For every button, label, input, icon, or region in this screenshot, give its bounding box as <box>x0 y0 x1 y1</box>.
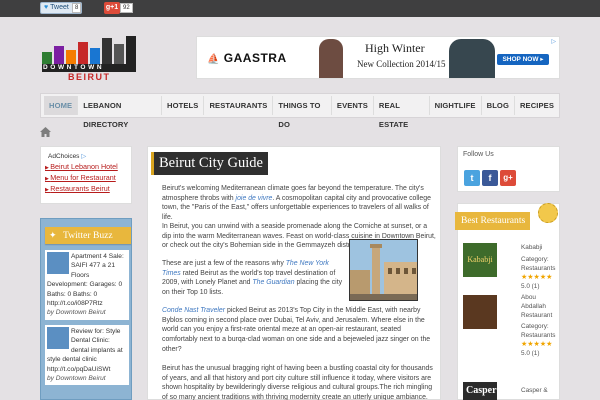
twitter-buzz-panel: ✦ Twitter Buzz Apartment 4 Sale: SAIFI 4… <box>40 218 132 400</box>
restaurant-name[interactable]: Casper & <box>521 386 559 395</box>
nav-lebanon-directory[interactable]: LEBANON DIRECTORY <box>78 96 163 129</box>
tweet-avatar <box>47 252 69 274</box>
bird-icon: ♥ <box>44 4 49 11</box>
restaurant-info: Kababji Category: Restaurants ★★★★★ 5.0 … <box>521 243 559 291</box>
ad-link-restaurants-beirut[interactable]: Restaurants Beirut <box>45 184 131 195</box>
facebook-icon[interactable]: f <box>482 170 498 186</box>
restaurant-category[interactable]: Restaurants <box>521 264 559 273</box>
best-restaurants-title: Best Restaurants <box>455 212 531 230</box>
tweet-author[interactable]: by Downtown Beirut <box>47 308 127 317</box>
logo-text-top: DOWNTOWN <box>43 64 105 71</box>
restaurant-category[interactable]: Restaurants <box>521 331 559 340</box>
twitter-icon[interactable]: t <box>464 170 480 186</box>
adchoices-box: AdChoices ▷ Beirut Lebanon Hotel Menu fo… <box>40 146 132 204</box>
joie-de-vivre-link[interactable]: joie de vivre <box>236 195 273 202</box>
ad-subline: New Collection 2014/15 <box>357 59 446 69</box>
nav-events[interactable]: EVENTS <box>332 96 374 115</box>
conde-nast-paragraph: Conde Nast Traveler picked Beirut as 201… <box>162 307 431 353</box>
nav-hotels[interactable]: HOTELS <box>162 96 205 115</box>
ad-link-beirut-hotel[interactable]: Beirut Lebanon Hotel <box>45 162 131 173</box>
tweet-count: 8 <box>72 3 82 13</box>
main-nav: HOME LEBANON DIRECTORY HOTELS RESTAURANT… <box>40 93 560 129</box>
rating-stars-icon: ★★★★★ <box>521 341 553 348</box>
restaurant-image[interactable] <box>463 295 497 329</box>
shop-now-button[interactable]: SHOP NOW ▸ <box>497 54 549 65</box>
gaastra-logo-icon: ⛵ <box>207 54 220 65</box>
adchoices-icon: ▷ <box>81 153 87 160</box>
ad-model-image-2 <box>449 39 495 78</box>
adchoices-label[interactable]: AdChoices ▷ <box>48 152 131 160</box>
beirut-city-photo[interactable] <box>349 239 418 301</box>
header-ad-banner[interactable]: ⛵ GAASTRA High Winter New Collection 201… <box>196 36 560 79</box>
nav-things-to-do[interactable]: THINGS TO DO <box>273 96 332 129</box>
restaurant-name[interactable]: Kababji <box>521 243 559 252</box>
new-badge-icon <box>538 203 558 223</box>
intro-paragraph: Beirut's welcoming Mediterranean climate… <box>162 185 431 222</box>
restaurant-image[interactable]: Casper & <box>463 382 497 400</box>
nav-nightlife[interactable]: NIGHTLIFE <box>430 96 482 115</box>
ad-link-menu-restaurant[interactable]: Menu for Restaurant <box>45 173 131 184</box>
restaurant-info: Abou Abdallah Restaurant Category: Resta… <box>521 293 559 358</box>
twitter-bird-icon: ✦ <box>49 230 57 240</box>
tweet-author[interactable]: by Downtown Beirut <box>47 374 127 383</box>
tweet-link[interactable]: http://t.co/pqDaUiSWt <box>47 366 110 373</box>
nav-real-estate[interactable]: REAL ESTATE <box>374 96 430 129</box>
site-logo[interactable]: DOWNTOWN BEIRUT <box>40 34 138 84</box>
home-icon[interactable] <box>40 124 51 142</box>
history-paragraph: Beirut has the unusual bragging right of… <box>162 365 433 400</box>
tweet-item: Review for: Style Dental Clinic: dental … <box>45 325 129 386</box>
page-title: Beirut City Guide <box>151 152 268 175</box>
nav-home[interactable]: HOME <box>44 96 79 115</box>
restaurant-rating: 5.0 (1) <box>521 283 540 290</box>
nav-recipes[interactable]: RECIPES <box>515 96 559 115</box>
ad-model-image <box>319 39 343 78</box>
restaurant-image[interactable]: Kababji <box>463 243 497 277</box>
ad-headline: High Winter <box>365 41 425 55</box>
adchoices-icon[interactable]: ▷ <box>551 38 556 45</box>
nav-restaurants[interactable]: RESTAURANTS <box>204 96 274 115</box>
nav-blog[interactable]: BLOG <box>482 96 515 115</box>
twitter-buzz-title: ✦ Twitter Buzz <box>45 227 131 244</box>
follow-us-label: Follow Us <box>463 151 494 158</box>
tweet-label: Tweet <box>50 4 69 11</box>
restaurant-rating: 5.0 (1) <box>521 350 540 357</box>
tweet-item: Apartment 4 Sale: SAIFI 477 a 21 Floors … <box>45 250 129 320</box>
tweet-link[interactable]: http://t.co/i08P7Rtz <box>47 300 103 307</box>
social-topbar: ♥ Tweet 8 g+1 92 <box>0 0 600 17</box>
ad-brand: ⛵ GAASTRA <box>207 51 287 65</box>
tweet-avatar <box>47 327 69 349</box>
reasons-paragraph: These are just a few of the reasons why … <box>162 260 343 297</box>
conde-nast-link[interactable]: Conde Nast Traveler <box>162 307 225 314</box>
guardian-link[interactable]: The Guardian <box>252 279 294 286</box>
gplus-count: 92 <box>120 3 133 13</box>
rating-stars-icon: ★★★★★ <box>521 274 553 281</box>
restaurant-name[interactable]: Abou Abdallah Restaurant <box>521 293 559 320</box>
googleplus-icon[interactable]: g+ <box>500 170 516 186</box>
logo-text-bottom: BEIRUT <box>68 72 111 82</box>
gplus-button[interactable]: g+1 <box>104 2 120 14</box>
